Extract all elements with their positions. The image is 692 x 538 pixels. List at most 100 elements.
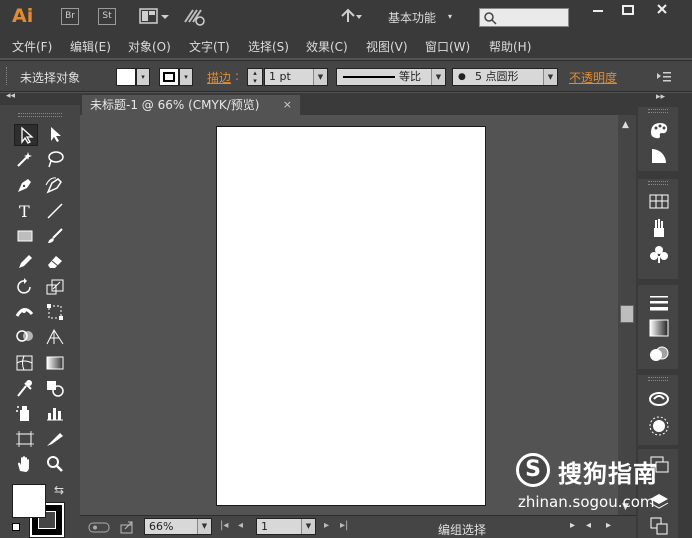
- help-search-input[interactable]: [479, 8, 569, 27]
- first-artboard-icon[interactable]: |◂: [220, 520, 228, 531]
- scroll-right-icon[interactable]: ▸: [606, 520, 611, 531]
- gradient-tool-icon[interactable]: [44, 353, 68, 375]
- pen-tool-icon[interactable]: [14, 175, 38, 197]
- status-menu-icon[interactable]: ▸: [570, 520, 575, 531]
- menu-type[interactable]: 文字(T): [189, 38, 230, 55]
- column-graph-tool-icon[interactable]: [44, 403, 68, 425]
- magic-wand-tool-icon[interactable]: [14, 149, 38, 171]
- stroke-weight-arrow[interactable]: ▼: [313, 69, 327, 85]
- zoom-arrow[interactable]: ▼: [197, 519, 211, 534]
- zoom-tool-icon[interactable]: [44, 454, 68, 476]
- swap-fill-stroke-icon[interactable]: ⇆: [54, 483, 64, 497]
- gpu-performance-icon[interactable]: [182, 6, 208, 28]
- menu-window[interactable]: 窗口(W): [425, 38, 470, 55]
- selection-tool-icon[interactable]: [14, 124, 38, 146]
- menu-help[interactable]: 帮助(H): [489, 38, 531, 55]
- hand-tool-icon[interactable]: [14, 454, 38, 476]
- menu-effect[interactable]: 效果(C): [306, 38, 348, 55]
- fill-color-box[interactable]: [12, 484, 46, 518]
- transparency-panel-icon[interactable]: [648, 343, 670, 365]
- minimize-button[interactable]: [582, 2, 614, 20]
- menu-select[interactable]: 选择(S): [248, 38, 289, 55]
- panel-grip[interactable]: [648, 181, 668, 185]
- stroke-weight-field[interactable]: 1 pt ▼: [264, 68, 328, 86]
- scale-tool-icon[interactable]: [44, 277, 68, 299]
- collapse-icon[interactable]: ◂◂: [6, 91, 15, 101]
- slice-tool-icon[interactable]: [44, 429, 68, 451]
- symbol-sprayer-tool-icon[interactable]: [14, 403, 38, 425]
- artboard-navigator-field[interactable]: 1 ▼: [256, 518, 316, 535]
- opacity-panel-link[interactable]: 不透明度: [569, 69, 617, 86]
- arrange-documents-icon[interactable]: [139, 6, 171, 28]
- control-bar-menu-icon[interactable]: [656, 70, 672, 87]
- maximize-button[interactable]: [612, 2, 644, 20]
- swatches-icon[interactable]: [648, 191, 670, 213]
- bridge-button[interactable]: Br: [61, 8, 79, 25]
- stroke-dropdown-arrow[interactable]: ▾: [179, 68, 193, 86]
- symbols-icon[interactable]: [648, 243, 670, 265]
- brush-arrow[interactable]: ▼: [543, 69, 557, 85]
- brush-definition[interactable]: ● 5 点圆形 ▼: [452, 68, 558, 86]
- menu-edit[interactable]: 编辑(E): [70, 38, 111, 55]
- brushes-icon[interactable]: [648, 217, 670, 239]
- shape-builder-tool-icon[interactable]: [14, 327, 38, 349]
- menu-file[interactable]: 文件(F): [12, 38, 52, 55]
- scroll-left-icon[interactable]: ◂: [586, 520, 591, 531]
- fill-dropdown-arrow[interactable]: ▾: [136, 68, 150, 86]
- appearance-icon[interactable]: [648, 415, 670, 437]
- expand-panels-icon[interactable]: ▸▸: [656, 92, 665, 102]
- eraser-tool-icon[interactable]: [44, 251, 68, 273]
- document-tab[interactable]: 未标题-1 @ 66% (CMYK/预览) ×: [82, 95, 300, 115]
- artboard[interactable]: [216, 126, 486, 506]
- panel-grip[interactable]: [648, 377, 668, 381]
- eyedropper-tool-icon[interactable]: [14, 378, 38, 400]
- last-artboard-icon[interactable]: ▸|: [340, 520, 348, 531]
- close-window-button[interactable]: [646, 2, 678, 20]
- blend-tool-icon[interactable]: [44, 378, 68, 400]
- paintbrush-tool-icon[interactable]: [44, 226, 68, 248]
- sync-status-icon[interactable]: [88, 520, 110, 537]
- workspace-caret-icon[interactable]: ▾: [448, 12, 452, 21]
- menu-object[interactable]: 对象(O): [128, 38, 171, 55]
- lasso-tool-icon[interactable]: [44, 149, 68, 171]
- width-tool-icon[interactable]: [14, 302, 38, 324]
- stroke-weight-stepper[interactable]: ▴ ▾: [247, 68, 263, 86]
- fill-swatch[interactable]: [116, 68, 136, 86]
- next-artboard-icon[interactable]: ▸: [324, 520, 329, 531]
- workspace-switcher[interactable]: 基本功能: [388, 9, 436, 26]
- rectangle-tool-icon[interactable]: [14, 226, 38, 248]
- type-tool-icon[interactable]: T: [14, 201, 38, 223]
- menu-view[interactable]: 视图(V): [366, 38, 408, 55]
- sync-settings-icon[interactable]: [338, 6, 364, 28]
- gradient-panel-icon[interactable]: [648, 317, 670, 339]
- perspective-grid-tool-icon[interactable]: [44, 327, 68, 349]
- curvature-tool-icon[interactable]: [44, 175, 68, 197]
- scrollbar-thumb[interactable]: [620, 305, 634, 323]
- variable-width-profile[interactable]: 等比 ▼: [336, 68, 446, 86]
- libraries-icon[interactable]: [648, 387, 670, 409]
- rotate-tool-icon[interactable]: [14, 277, 38, 299]
- direct-selection-tool-icon[interactable]: [44, 124, 68, 146]
- share-icon[interactable]: [120, 520, 134, 537]
- stroke-swatch[interactable]: [159, 68, 179, 86]
- tools-collapse-bar[interactable]: ◂◂: [0, 91, 80, 105]
- stock-button[interactable]: St: [98, 8, 116, 25]
- tools-grip[interactable]: [18, 113, 62, 117]
- panel-grip[interactable]: [648, 109, 668, 113]
- free-transform-tool-icon[interactable]: [44, 302, 68, 324]
- scroll-up-icon[interactable]: ▲: [622, 120, 629, 130]
- close-tab-icon[interactable]: ×: [283, 95, 292, 115]
- line-segment-tool-icon[interactable]: [44, 201, 68, 223]
- mesh-tool-icon[interactable]: [14, 353, 38, 375]
- stroke-panel-link[interactable]: 描边: [207, 69, 231, 86]
- pencil-tool-icon[interactable]: [14, 251, 38, 273]
- default-fill-stroke-icon[interactable]: [12, 523, 20, 531]
- color-panel-icon[interactable]: [648, 119, 670, 141]
- stroke-panel-icon[interactable]: [648, 291, 670, 313]
- profile-arrow[interactable]: ▼: [431, 69, 445, 85]
- zoom-level-field[interactable]: 66% ▼: [144, 518, 212, 535]
- color-guide-icon[interactable]: [648, 145, 670, 167]
- previous-artboard-icon[interactable]: ◂: [238, 520, 243, 531]
- artboard-arrow[interactable]: ▼: [301, 519, 315, 534]
- artboard-tool-icon[interactable]: [14, 429, 38, 451]
